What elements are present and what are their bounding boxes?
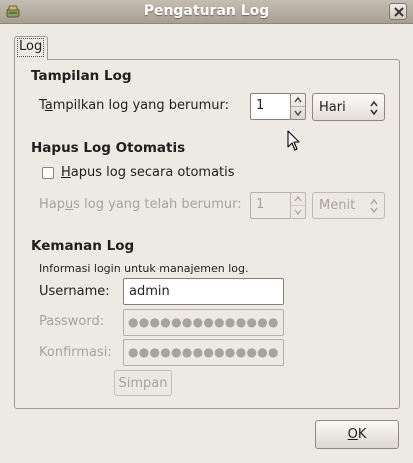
label-mnemonic: H — [61, 165, 71, 180]
label-part: s log yang telah berumur: — [73, 197, 242, 212]
save-button[interactable]: Simpan — [114, 370, 172, 396]
chevron-up-icon — [294, 97, 302, 103]
delete-age-spinner[interactable] — [290, 192, 306, 219]
chevron-down-icon — [294, 110, 302, 116]
label-part: mpilkan log yang berumur: — [52, 98, 230, 113]
tab-log-label: Log — [19, 39, 43, 54]
auto-delete-checkbox[interactable] — [42, 167, 54, 179]
delete-age-unit-value: Menit — [319, 198, 356, 213]
password-value: ●●●●●●●●●●●●●● — [128, 315, 279, 329]
show-log-age-input[interactable]: 1 — [250, 93, 291, 120]
window-title: Pengaturan Log — [143, 3, 270, 19]
updown-arrows-icon — [370, 198, 378, 214]
show-log-age-spinner[interactable] — [290, 93, 306, 120]
auto-delete-heading: Hapus Log Otomatis — [31, 140, 186, 156]
auto-delete-checkbox-label[interactable]: Hapus log secara otomatis — [61, 165, 235, 180]
label-mnemonic: u — [65, 197, 74, 212]
show-log-unit-select[interactable]: Hari — [312, 93, 385, 121]
label-mnemonic: O — [347, 427, 358, 442]
spin-down-button[interactable] — [291, 107, 305, 120]
label-mnemonic: a — [44, 98, 53, 113]
save-button-label: Simpan — [118, 376, 168, 391]
username-label: Username: — [39, 284, 110, 299]
chevron-up-icon — [294, 196, 302, 202]
ok-button[interactable]: OK — [315, 420, 399, 449]
password-label: Password: — [39, 314, 105, 329]
label-part: K — [357, 427, 367, 442]
confirm-input[interactable]: ●●●●●●●●●●●●●● — [123, 339, 284, 366]
show-log-unit-value: Hari — [319, 100, 346, 115]
close-icon — [394, 7, 404, 17]
password-input[interactable]: ●●●●●●●●●●●●●● — [123, 309, 284, 336]
label-part: apus log secara otomatis — [70, 165, 235, 180]
updown-arrows-icon — [370, 100, 378, 116]
delete-age-input[interactable]: 1 — [250, 192, 291, 219]
dialog-window: Pengaturan Log Log Tampilan Log Tampilka… — [0, 0, 413, 463]
show-log-age-label: Tampilkan log yang berumur: — [39, 98, 229, 113]
mouse-pointer-icon — [287, 130, 300, 151]
username-input[interactable]: admin — [123, 278, 284, 305]
chevron-down-icon — [294, 209, 302, 215]
ok-button-label: OK — [316, 427, 398, 442]
display-heading: Tampilan Log — [31, 68, 132, 84]
show-log-age-value: 1 — [256, 98, 265, 113]
title-bar[interactable]: Pengaturan Log — [0, 0, 413, 24]
confirm-label: Konfirmasi: — [39, 345, 112, 360]
delete-age-value: 1 — [256, 197, 265, 212]
spin-up-button[interactable] — [291, 94, 305, 107]
close-button[interactable] — [389, 3, 407, 20]
label-part: Hap — [39, 197, 65, 212]
security-info-text: Informasi login untuk manajemen log. — [39, 262, 249, 275]
tab-log[interactable]: Log — [14, 36, 48, 60]
delete-age-label: Hapus log yang telah berumur: — [39, 197, 242, 212]
spin-up-button[interactable] — [291, 193, 305, 206]
confirm-value: ●●●●●●●●●●●●●● — [128, 345, 279, 359]
delete-age-unit-select[interactable]: Menit — [312, 192, 385, 219]
security-heading: Kemanan Log — [31, 238, 135, 254]
username-value: admin — [129, 284, 170, 299]
spin-down-button[interactable] — [291, 206, 305, 219]
